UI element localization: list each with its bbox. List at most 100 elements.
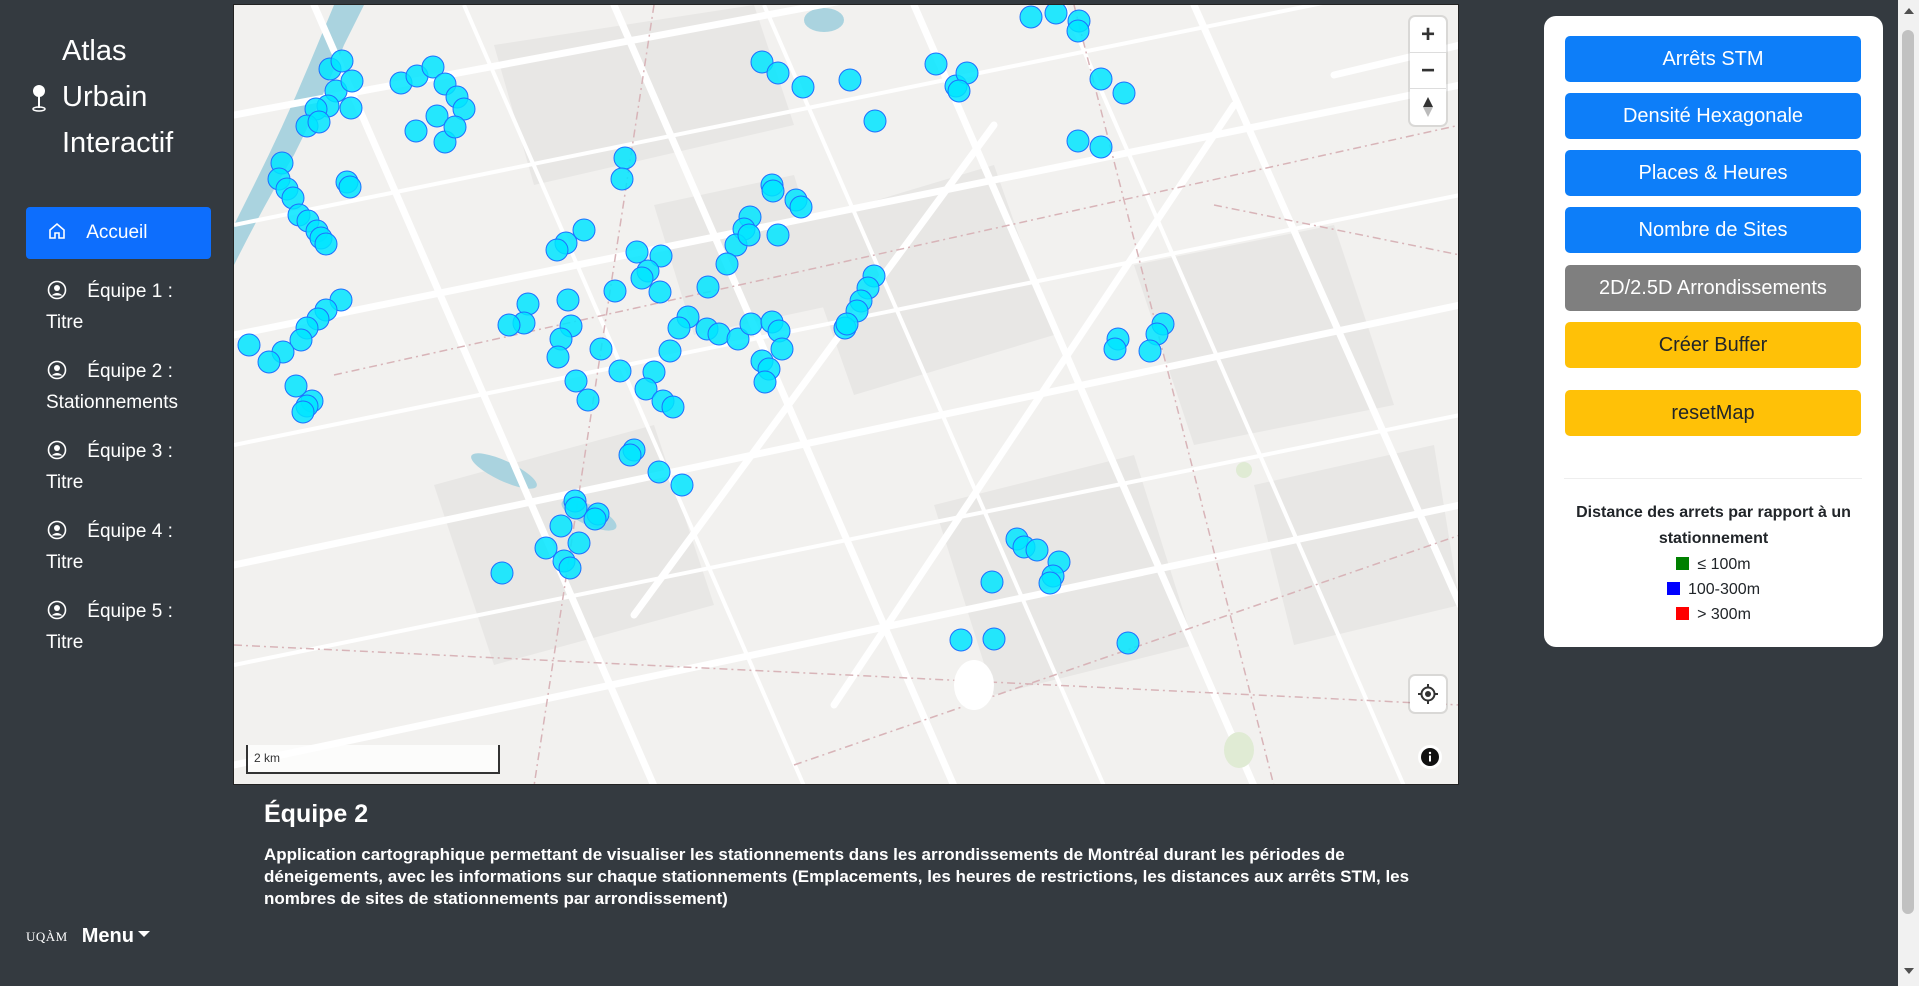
stationnement-marker[interactable] xyxy=(670,473,694,497)
stationnement-marker[interactable] xyxy=(707,322,731,346)
stationnement-marker[interactable] xyxy=(340,69,364,93)
stationnement-marker[interactable] xyxy=(338,175,362,199)
stationnement-marker[interactable] xyxy=(608,359,632,383)
stationnement-marker[interactable] xyxy=(339,96,363,120)
stationnement-marker[interactable] xyxy=(583,507,607,531)
arrets-stm-button[interactable]: Arrêts STM xyxy=(1565,36,1861,82)
creer-buffer-button[interactable]: Créer Buffer xyxy=(1565,322,1861,368)
scroll-up-arrow-icon[interactable] xyxy=(1904,8,1914,14)
stationnement-marker[interactable] xyxy=(490,561,514,585)
stationnement-marker[interactable] xyxy=(1025,538,1049,562)
stationnement-marker[interactable] xyxy=(564,496,588,520)
stationnement-marker[interactable] xyxy=(661,395,685,419)
zoom-out-button[interactable]: − xyxy=(1410,53,1446,89)
sidebar-item-accueil[interactable]: Accueil xyxy=(26,207,211,259)
menu-dropdown[interactable]: Menu xyxy=(82,925,150,948)
places-heures-button[interactable]: Places & Heures xyxy=(1565,150,1861,196)
attribution-info-button[interactable] xyxy=(1418,745,1442,769)
stationnement-marker[interactable] xyxy=(564,369,588,393)
stationnement-marker[interactable] xyxy=(753,370,777,394)
stationnement-marker[interactable] xyxy=(625,240,649,264)
stationnement-marker[interactable] xyxy=(789,195,813,219)
reset-map-button[interactable]: resetMap xyxy=(1565,390,1861,436)
stationnement-marker[interactable] xyxy=(576,388,600,412)
arrondissements-2d-25d-button[interactable]: 2D/2.5D Arrondissements xyxy=(1565,265,1861,311)
stationnement-marker[interactable] xyxy=(1138,339,1162,363)
stationnement-marker[interactable] xyxy=(1089,67,1113,91)
stationnement-marker[interactable] xyxy=(696,275,720,299)
stationnement-marker[interactable] xyxy=(1044,5,1068,25)
stationnement-marker[interactable] xyxy=(1116,631,1140,655)
stationnement-marker[interactable] xyxy=(739,312,763,336)
stationnement-marker[interactable] xyxy=(257,350,281,374)
stationnement-marker[interactable] xyxy=(618,443,642,467)
stationnement-marker[interactable] xyxy=(546,345,570,369)
stationnement-marker[interactable] xyxy=(291,400,315,424)
geolocate-button[interactable] xyxy=(1410,676,1446,712)
stationnement-marker[interactable] xyxy=(1019,5,1043,29)
stationnement-marker[interactable] xyxy=(443,115,467,139)
stationnement-marker[interactable] xyxy=(947,79,971,103)
stationnement-marker[interactable] xyxy=(1066,129,1090,153)
stationnement-marker[interactable] xyxy=(603,279,627,303)
stationnement-marker[interactable] xyxy=(497,313,521,337)
sidebar-item-equipe-5[interactable]: Équipe 5 : Titre xyxy=(26,587,211,667)
stationnement-marker[interactable] xyxy=(761,179,785,203)
stationnement-marker[interactable] xyxy=(567,531,591,555)
stationnement-marker[interactable] xyxy=(630,266,654,290)
stationnement-marker[interactable] xyxy=(1038,571,1062,595)
page-scrollbar[interactable] xyxy=(1898,0,1919,986)
sidebar-item-equipe-1[interactable]: Équipe 1 : Titre xyxy=(26,267,211,347)
stationnement-marker[interactable] xyxy=(980,570,1004,594)
sidebar-item-equipe-4[interactable]: Équipe 4 : Titre xyxy=(26,507,211,587)
stationnement-marker[interactable] xyxy=(534,536,558,560)
stationnement-marker[interactable] xyxy=(330,49,354,73)
scroll-thumb[interactable] xyxy=(1902,30,1914,914)
stationnement-marker[interactable] xyxy=(556,288,580,312)
stationnement-marker[interactable] xyxy=(647,460,671,484)
stationnement-marker[interactable] xyxy=(982,627,1006,651)
stationnement-marker[interactable] xyxy=(237,333,261,357)
stationnement-marker[interactable] xyxy=(737,223,761,247)
stationnement-marker[interactable] xyxy=(1089,135,1113,159)
stationnement-marker[interactable] xyxy=(1103,337,1127,361)
stationnement-marker[interactable] xyxy=(863,109,887,133)
map-view[interactable]: + − 2 km xyxy=(233,4,1459,785)
stationnement-marker[interactable] xyxy=(835,312,859,336)
stationnement-marker[interactable] xyxy=(1066,19,1090,43)
sidebar-item-equipe-2[interactable]: Équipe 2 : Stationnements xyxy=(26,347,211,427)
stationnement-marker[interactable] xyxy=(924,52,948,76)
compass-icon xyxy=(1423,97,1433,117)
divider xyxy=(1564,478,1862,479)
stationnement-marker[interactable] xyxy=(516,292,540,316)
stationnement-marker[interactable] xyxy=(307,110,331,134)
zoom-in-button[interactable]: + xyxy=(1410,17,1446,53)
sidebar-item-equipe-3[interactable]: Équipe 3 : Titre xyxy=(26,427,211,507)
stationnement-marker[interactable] xyxy=(766,61,790,85)
stationnement-marker[interactable] xyxy=(766,223,790,247)
stationnement-marker[interactable] xyxy=(545,238,569,262)
stationnement-marker[interactable] xyxy=(404,119,428,143)
stationnement-marker[interactable] xyxy=(770,337,794,361)
stationnement-marker[interactable] xyxy=(572,218,596,242)
stationnement-marker[interactable] xyxy=(715,252,739,276)
stationnement-marker[interactable] xyxy=(589,337,613,361)
stationnement-marker[interactable] xyxy=(648,280,672,304)
scroll-down-arrow-icon[interactable] xyxy=(1904,968,1914,974)
stationnement-marker[interactable] xyxy=(791,75,815,99)
stationnement-marker[interactable] xyxy=(314,232,338,256)
stationnement-marker[interactable] xyxy=(658,339,682,363)
stationnement-marker[interactable] xyxy=(949,628,973,652)
scale-bar: 2 km xyxy=(246,745,500,774)
stationnement-marker[interactable] xyxy=(1112,81,1136,105)
stationnement-marker[interactable] xyxy=(838,68,862,92)
compass-button[interactable] xyxy=(1410,89,1446,125)
densite-hexagonale-button[interactable]: Densité Hexagonale xyxy=(1565,93,1861,139)
stationnement-marker[interactable] xyxy=(613,146,637,170)
stationnement-marker[interactable] xyxy=(667,316,691,340)
stationnement-marker[interactable] xyxy=(549,514,573,538)
nombre-de-sites-button[interactable]: Nombre de Sites xyxy=(1565,207,1861,253)
stationnement-marker[interactable] xyxy=(558,556,582,580)
stationnement-marker[interactable] xyxy=(610,167,634,191)
uqam-logo: UQÀM xyxy=(26,928,68,944)
